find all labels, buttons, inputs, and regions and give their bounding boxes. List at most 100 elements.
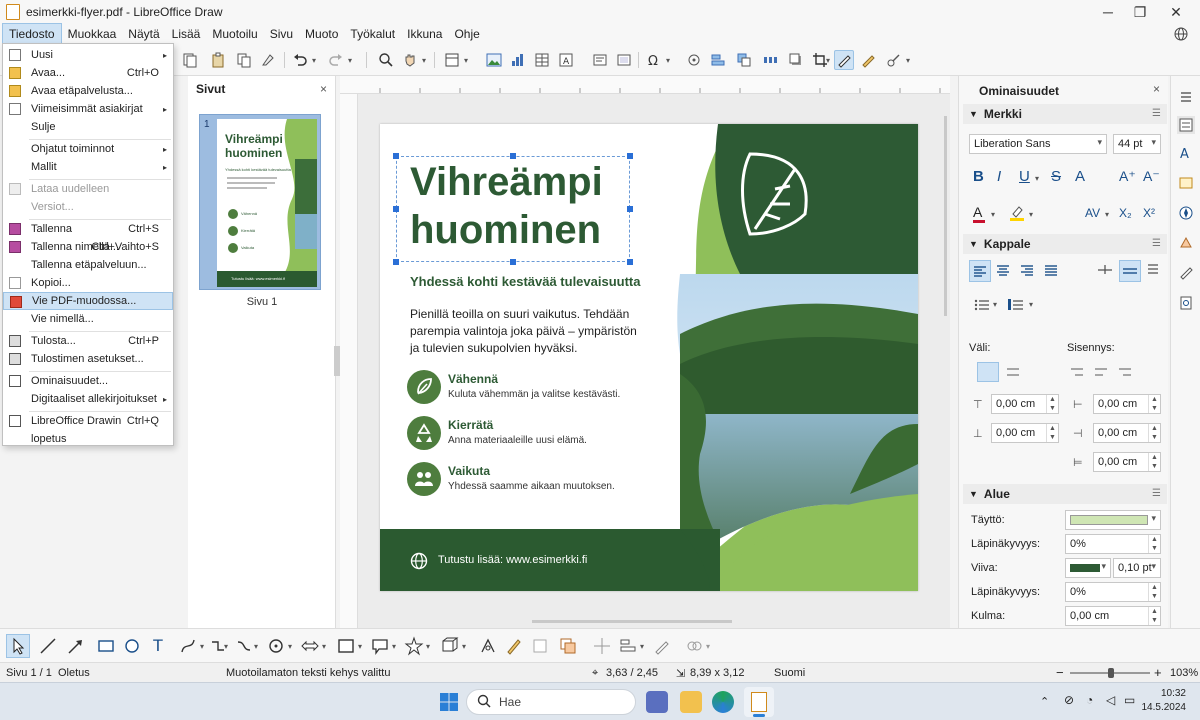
pages-panel-close-icon[interactable]: × xyxy=(320,82,327,96)
file-menu-item[interactable]: Ominaisuudet... xyxy=(3,372,173,390)
properties-close-icon[interactable]: × xyxy=(1153,82,1160,96)
section-options-icon[interactable]: ☰ xyxy=(1152,238,1161,249)
file-menu-item[interactable]: Tallenna Ctrl+S xyxy=(3,220,173,238)
font-size-combo[interactable]: 44 pt ▾ xyxy=(1113,134,1161,154)
tray-chevron-up-icon[interactable]: ⌃ xyxy=(1040,695,1049,708)
indent-after-field[interactable]: 0,00 cm ▲ ▼ xyxy=(1093,423,1161,443)
shadow-tool-icon[interactable] xyxy=(684,636,704,656)
maximize-button[interactable]: ❐ xyxy=(1120,0,1160,24)
points-icon[interactable] xyxy=(834,50,854,70)
spacing-below-field[interactable]: 0,00 cm ▲ ▼ xyxy=(991,423,1059,443)
file-menu-item[interactable]: Tulosta... Ctrl+P xyxy=(3,332,173,350)
file-menu-item[interactable]: Digitaaliset allekirjoitukset ▸ xyxy=(3,390,173,408)
file-menu-item[interactable]: Uusi ▸ xyxy=(3,46,173,64)
windows-start-icon[interactable] xyxy=(438,691,460,713)
file-menu-item[interactable]: Sulje xyxy=(3,118,173,136)
menu-help[interactable]: Ohje xyxy=(448,24,485,44)
callouts-icon[interactable] xyxy=(370,636,390,656)
file-menu-item[interactable]: Tallenna etäpalveluun... xyxy=(3,256,173,274)
teams-app-icon[interactable] xyxy=(646,691,668,713)
file-explorer-icon[interactable] xyxy=(680,691,702,713)
chevron-down-icon[interactable]: ▾ xyxy=(1035,174,1039,183)
align-center-icon[interactable] xyxy=(993,260,1015,282)
properties-deck-icon[interactable] xyxy=(1177,116,1195,134)
section-options-icon[interactable]: ☰ xyxy=(1152,108,1161,119)
align-top-icon[interactable] xyxy=(1095,260,1117,282)
flyer-page[interactable]: Vihreämpi huominen Yhdessä kohti kestävä… xyxy=(380,124,918,591)
file-menu-item[interactable]: Tulostimen asetukset... xyxy=(3,350,173,368)
file-menu-item[interactable]: LibreOffice Drawin Ctrl+Q xyxy=(3,412,173,430)
libreoffice-draw-taskbar-button[interactable] xyxy=(744,687,774,717)
edge-browser-icon[interactable] xyxy=(712,691,734,713)
glue-tool-icon[interactable] xyxy=(558,636,578,656)
file-menu-item[interactable]: Avaa... Ctrl+O xyxy=(3,64,173,82)
vertical-ruler[interactable] xyxy=(340,94,358,628)
toggle-extrusion-icon[interactable] xyxy=(884,50,904,70)
transformations-icon[interactable] xyxy=(684,50,704,70)
rotate-icon[interactable] xyxy=(478,636,498,656)
chevron-down-icon[interactable]: ▾ xyxy=(254,642,258,651)
file-menu-item[interactable]: Ohjatut toiminnot ▸ xyxy=(3,140,173,158)
wifi-icon[interactable]: ◔ xyxy=(1086,693,1093,707)
align-justify-icon[interactable] xyxy=(1041,260,1063,282)
chevron-down-icon[interactable]: ▾ xyxy=(462,642,466,651)
design-deck-icon[interactable] xyxy=(1177,294,1195,312)
tray-network-off-icon[interactable]: ⊘ xyxy=(1064,693,1074,707)
paste-icon[interactable] xyxy=(208,50,228,70)
angle-field[interactable]: 0,00 cm ▲ ▼ xyxy=(1065,606,1161,626)
file-menu-item[interactable]: Versiot... xyxy=(3,198,173,216)
flowchart-icon[interactable] xyxy=(336,636,356,656)
chevron-down-icon[interactable]: ▾ xyxy=(288,642,292,651)
chevron-down-icon[interactable]: ▾ xyxy=(993,300,997,309)
menu-file[interactable]: Tiedosto xyxy=(2,23,62,45)
font-color-icon[interactable]: A xyxy=(973,204,985,223)
spinner[interactable]: ▲ ▼ xyxy=(1148,424,1160,442)
resize-handle[interactable] xyxy=(627,259,633,265)
strikethrough-icon[interactable]: S xyxy=(1051,168,1061,185)
battery-icon[interactable]: ▭ xyxy=(1124,693,1135,707)
chevron-down-icon[interactable]: ▾ xyxy=(322,642,326,651)
spacing-above-field[interactable]: 0,00 cm ▲ ▼ xyxy=(991,394,1059,414)
align-middle-icon[interactable] xyxy=(1119,260,1141,282)
chevron-down-icon[interactable]: ▾ xyxy=(392,642,396,651)
3d-objects-icon[interactable] xyxy=(440,636,460,656)
insert-table-icon[interactable] xyxy=(532,50,552,70)
spinner[interactable]: ▲ ▼ xyxy=(1046,424,1058,442)
resize-handle[interactable] xyxy=(627,206,633,212)
chevron-down-icon[interactable]: ▾ xyxy=(640,642,644,651)
styles-deck-icon[interactable]: A xyxy=(1177,144,1195,162)
file-menu-item[interactable]: Mallit ▸ xyxy=(3,158,173,176)
menu-tools[interactable]: Työkalut xyxy=(344,24,401,44)
select-tool-icon[interactable] xyxy=(6,634,30,658)
resize-handle[interactable] xyxy=(627,153,633,159)
menu-shape[interactable]: Muoto xyxy=(299,24,344,44)
spinner[interactable]: ▲ ▼ xyxy=(1046,395,1058,413)
snap-guides-icon[interactable] xyxy=(592,636,612,656)
bold-icon[interactable]: B xyxy=(973,168,984,185)
resize-handle[interactable] xyxy=(393,153,399,159)
line-transparency-field[interactable]: 0% ▲ ▼ xyxy=(1065,582,1161,602)
pan-icon[interactable] xyxy=(400,50,420,70)
shapes-deck-icon[interactable] xyxy=(1177,234,1195,252)
animation-deck-icon[interactable] xyxy=(1177,264,1195,282)
sidebar-menu-icon[interactable] xyxy=(1177,88,1195,106)
chevron-down-icon[interactable]: ▾ xyxy=(991,210,995,219)
fill-transparency-field[interactable]: 0% ▲ ▼ xyxy=(1065,534,1161,554)
horizontal-scrollbar[interactable] xyxy=(532,620,732,623)
status-language[interactable]: Suomi xyxy=(774,667,805,679)
spinner[interactable]: ▲ ▼ xyxy=(1148,453,1160,471)
italic-icon[interactable]: I xyxy=(997,168,1001,185)
section-area[interactable]: ▼ Alue ☰ xyxy=(963,484,1167,504)
file-menu-item[interactable]: Avaa etäpalvelusta... xyxy=(3,82,173,100)
chevron-down-icon[interactable]: ▾ xyxy=(1105,210,1109,219)
text-tool-icon[interactable]: T xyxy=(148,636,168,656)
shadow-icon[interactable] xyxy=(786,50,806,70)
line-tool-icon[interactable] xyxy=(38,636,58,656)
globe-icon[interactable] xyxy=(1174,27,1188,44)
menu-insert[interactable]: Lisää xyxy=(166,24,207,44)
spinner[interactable]: ▲ ▼ xyxy=(1148,583,1160,601)
file-menu-item[interactable]: Lataa uudelleen xyxy=(3,180,173,198)
zoom-in-button[interactable]: + xyxy=(1154,665,1162,680)
menu-page[interactable]: Sivu xyxy=(264,24,299,44)
rectangle-tool-icon[interactable] xyxy=(96,636,116,656)
